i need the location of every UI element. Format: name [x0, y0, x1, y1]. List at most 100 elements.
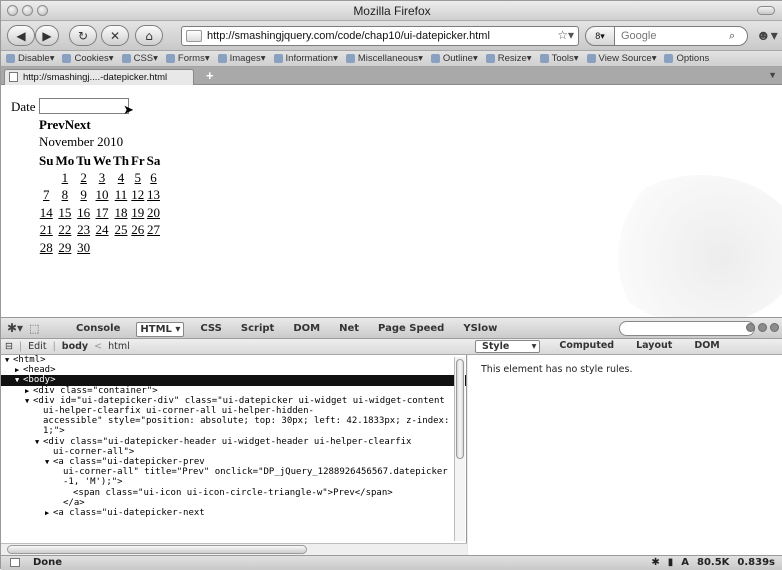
day-link[interactable]: 8	[62, 187, 69, 202]
expanded-twisty-icon[interactable]: ▼	[25, 396, 33, 406]
day-link[interactable]: 13	[147, 187, 160, 202]
html-tree-node[interactable]: 1;">	[1, 426, 466, 436]
calendar-day[interactable]: 24	[93, 222, 113, 240]
side-tab-dom[interactable]: DOM	[691, 340, 722, 353]
day-link[interactable]: 11	[115, 187, 128, 202]
calendar-day[interactable]: 9	[76, 187, 93, 205]
tab-console[interactable]: Console	[73, 322, 123, 337]
day-link[interactable]: 29	[58, 240, 71, 255]
collapsed-twisty-icon[interactable]: ▶	[15, 365, 23, 375]
firebug-status-icon[interactable]: ✱	[651, 557, 659, 568]
side-tab-layout[interactable]: Layout	[633, 340, 675, 353]
url-bar[interactable]: http://smashingjquery.com/code/chap10/ui…	[181, 26, 579, 46]
html-tree-node[interactable]: -1, 'M');">	[1, 477, 466, 487]
side-tab-style[interactable]: Style ▾	[475, 340, 541, 353]
calendar-day[interactable]: 19	[131, 204, 147, 222]
html-tree-node[interactable]: ui-corner-all">	[1, 447, 466, 457]
day-link[interactable]: 27	[147, 222, 160, 237]
html-tree-node[interactable]: ▶ <head>	[1, 365, 466, 375]
devbar-tools[interactable]: Tools ▾	[539, 53, 579, 64]
inspect-element-icon[interactable]: ⬚	[29, 322, 39, 335]
calendar-day[interactable]: 2	[76, 169, 93, 187]
toolbar-toggle-button[interactable]	[757, 6, 775, 15]
day-link[interactable]: 20	[147, 205, 160, 220]
devbar-miscellaneous[interactable]: Miscellaneous ▾	[345, 53, 423, 64]
firebug-detach-button[interactable]	[758, 323, 767, 332]
html-tree-node[interactable]: <span class="ui-icon ui-icon-circle-tria…	[1, 488, 466, 498]
devbar-images[interactable]: Images ▾	[217, 53, 266, 64]
expanded-twisty-icon[interactable]: ▼	[15, 375, 23, 385]
new-tab-button[interactable]: +	[206, 68, 214, 83]
calendar-day[interactable]: 20	[147, 204, 163, 222]
scroll-thumb[interactable]	[456, 359, 464, 459]
day-link[interactable]: 19	[131, 205, 144, 220]
calendar-day[interactable]: 7	[39, 187, 55, 205]
stop-button[interactable]: ✕	[101, 25, 129, 46]
html-tree-node[interactable]: ▶ <div class="container">	[1, 386, 466, 396]
tab-net[interactable]: Net	[336, 322, 362, 337]
firebug-icon[interactable]: ✱▾	[7, 321, 23, 335]
calendar-day[interactable]: 28	[39, 239, 55, 257]
calendar-day[interactable]: 12	[131, 187, 147, 205]
devbar-disable[interactable]: Disable ▾	[6, 53, 54, 64]
day-link[interactable]: 9	[80, 187, 87, 202]
html-tree-node[interactable]: ▶ <a class="ui-datepicker-next	[1, 508, 466, 518]
calendar-day[interactable]: 6	[147, 169, 163, 187]
devbar-information[interactable]: Information ▾	[273, 53, 338, 64]
day-link[interactable]: 30	[77, 240, 90, 255]
html-tree-node[interactable]: accessible" style="position: absolute; t…	[1, 416, 466, 426]
day-link[interactable]: 18	[114, 205, 127, 220]
day-link[interactable]: 16	[77, 205, 90, 220]
tab-datepicker[interactable]: http://smashingj....-datepicker.html	[4, 69, 194, 85]
day-link[interactable]: 5	[135, 170, 142, 185]
expanded-twisty-icon[interactable]: ▼	[35, 437, 43, 447]
prev-month-link[interactable]: Prev	[39, 117, 65, 132]
search-box[interactable]: ⌕	[614, 26, 748, 46]
devbar-view-source[interactable]: View Source ▾	[586, 53, 656, 64]
calendar-day[interactable]: 27	[147, 222, 163, 240]
firebug-search-input[interactable]	[619, 321, 755, 336]
firebug-close-button[interactable]	[770, 323, 779, 332]
tab-script[interactable]: Script	[238, 322, 277, 337]
date-input[interactable]	[39, 98, 129, 114]
day-link[interactable]: 4	[118, 170, 125, 185]
devbar-cookies[interactable]: Cookies ▾	[62, 53, 114, 64]
day-link[interactable]: 25	[114, 222, 127, 237]
day-link[interactable]: 14	[40, 205, 53, 220]
calendar-day[interactable]: 15	[55, 204, 76, 222]
breadcrumb-body[interactable]: body	[62, 341, 88, 352]
expanded-twisty-icon[interactable]: ▼	[45, 457, 53, 467]
calendar-day[interactable]: 25	[113, 222, 131, 240]
edit-button[interactable]: Edit	[28, 341, 46, 352]
day-link[interactable]: 21	[40, 222, 53, 237]
html-horizontal-scrollbar[interactable]	[1, 543, 467, 555]
html-tree-node[interactable]: ▼ <html>	[1, 355, 466, 365]
day-link[interactable]: 6	[150, 170, 157, 185]
home-button[interactable]: ⌂	[135, 25, 163, 46]
collapsed-twisty-icon[interactable]: ▶	[45, 508, 53, 518]
calendar-day[interactable]: 22	[55, 222, 76, 240]
side-tab-computed[interactable]: Computed	[556, 340, 617, 353]
calendar-day[interactable]: 13	[147, 187, 163, 205]
html-tree-node[interactable]: ▼ <a class="ui-datepicker-prev	[1, 457, 466, 467]
day-link[interactable]: 22	[58, 222, 71, 237]
devbar-css[interactable]: CSS ▾	[121, 53, 158, 64]
back-button[interactable]: ◀	[7, 25, 35, 46]
day-link[interactable]: 24	[96, 222, 109, 237]
tab-dom[interactable]: DOM	[290, 322, 323, 337]
devbar-options[interactable]: Options	[664, 53, 709, 64]
calendar-day[interactable]: 4	[113, 169, 131, 187]
day-link[interactable]: 1	[62, 170, 69, 185]
firebug-minimize-button[interactable]	[746, 323, 755, 332]
day-link[interactable]: 15	[58, 205, 71, 220]
devbar-resize[interactable]: Resize ▾	[485, 53, 532, 64]
calendar-day[interactable]: 26	[131, 222, 147, 240]
scroll-thumb[interactable]	[7, 545, 307, 554]
devbar-forms[interactable]: Forms ▾	[165, 53, 210, 64]
html-tree-node[interactable]: ▼ <div class="ui-datepicker-header ui-wid…	[1, 437, 466, 447]
breadcrumb-html[interactable]: html	[108, 341, 130, 352]
calendar-day[interactable]: 23	[76, 222, 93, 240]
bookmark-star-icon[interactable]: ☆▾	[557, 28, 574, 42]
day-link[interactable]: 26	[131, 222, 144, 237]
yslow-status-icon[interactable]: ▮	[668, 557, 674, 568]
